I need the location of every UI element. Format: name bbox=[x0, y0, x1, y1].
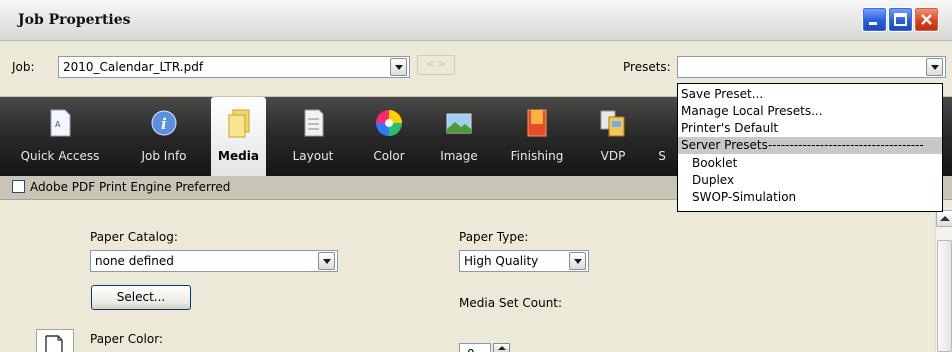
svg-text:i: i bbox=[161, 115, 167, 133]
paper-type-value: High Quality bbox=[464, 254, 539, 268]
tab-label: S bbox=[658, 149, 666, 163]
tab-label: VDP bbox=[600, 149, 626, 163]
tab-label: Quick Access bbox=[20, 149, 100, 163]
window-title: Job Properties bbox=[18, 12, 131, 28]
minimize-button[interactable] bbox=[862, 7, 887, 32]
image-icon bbox=[446, 113, 472, 134]
tab-label: Media bbox=[218, 149, 259, 163]
media-set-count-input[interactable]: 0 bbox=[459, 343, 491, 352]
preset-manage-local[interactable]: Manage Local Presets... bbox=[678, 103, 942, 120]
pdf-engine-label: Adobe PDF Print Engine Preferred bbox=[30, 180, 231, 194]
tab-quick-access[interactable]: A Quick Access bbox=[20, 97, 100, 176]
media-set-count-field[interactable]: 0 bbox=[459, 343, 511, 352]
media-set-count-label: Media Set Count: bbox=[459, 296, 563, 310]
preset-save[interactable]: Save Preset... bbox=[678, 86, 942, 103]
media-icon bbox=[228, 109, 249, 138]
chevron-down-icon[interactable] bbox=[569, 252, 586, 270]
minimize-icon bbox=[869, 22, 877, 25]
paper-catalog-label: Paper Catalog: bbox=[90, 230, 178, 244]
job-label: Job: bbox=[12, 60, 35, 74]
tab-partial[interactable]: S bbox=[655, 97, 669, 176]
tab-media[interactable]: Media bbox=[211, 97, 266, 176]
job-select[interactable]: 2010_Calendar_LTR.pdf bbox=[58, 56, 410, 78]
job-value: 2010_Calendar_LTR.pdf bbox=[63, 60, 204, 74]
vertical-scrollbar[interactable] bbox=[935, 210, 952, 352]
paper-color-label: Paper Color: bbox=[90, 332, 163, 346]
chevron-down-icon[interactable] bbox=[926, 58, 943, 76]
close-icon bbox=[921, 14, 932, 25]
tab-label: Finishing bbox=[510, 149, 564, 163]
tab-label: Layout bbox=[292, 149, 334, 163]
paper-catalog-value: none defined bbox=[95, 254, 174, 268]
title-bar: Job Properties bbox=[0, 0, 952, 41]
presets-dropdown-list: Save Preset... Manage Local Presets... P… bbox=[677, 83, 943, 212]
tab-image[interactable]: Image bbox=[432, 97, 486, 176]
job-nav-buttons: < > bbox=[417, 55, 455, 75]
presets-label: Presets: bbox=[623, 60, 671, 74]
page-orientation-icon[interactable] bbox=[36, 329, 74, 352]
layout-icon bbox=[304, 109, 324, 137]
media-set-count-value: 0 bbox=[467, 347, 475, 352]
tab-vdp[interactable]: VDP bbox=[588, 97, 638, 176]
svg-text:A: A bbox=[55, 120, 61, 129]
finishing-icon bbox=[527, 109, 547, 137]
info-icon: i bbox=[151, 110, 177, 136]
scroll-up-button[interactable] bbox=[936, 210, 952, 227]
page-icon bbox=[45, 335, 63, 352]
tab-label: Image bbox=[440, 149, 478, 163]
color-wheel-icon bbox=[376, 110, 402, 136]
chevron-down-icon[interactable] bbox=[390, 58, 407, 76]
select-button[interactable]: Select... bbox=[91, 285, 191, 310]
vdp-icon bbox=[600, 110, 625, 137]
tab-label: Color bbox=[373, 149, 405, 163]
presets-select[interactable] bbox=[677, 56, 946, 78]
media-panel: Paper Catalog: none defined Select... Pa… bbox=[0, 200, 952, 352]
paper-type-select[interactable]: High Quality bbox=[459, 250, 589, 272]
tab-finishing[interactable]: Finishing bbox=[501, 97, 573, 176]
tab-label: Job Info bbox=[141, 149, 187, 163]
stepper-up-icon[interactable] bbox=[493, 343, 510, 352]
paper-type-label: Paper Type: bbox=[459, 230, 529, 244]
tab-layout[interactable]: Layout bbox=[283, 97, 343, 176]
maximize-button[interactable] bbox=[888, 7, 913, 32]
preset-duplex[interactable]: Duplex bbox=[678, 172, 942, 189]
paper-catalog-select[interactable]: none defined bbox=[90, 250, 338, 272]
scroll-thumb[interactable] bbox=[937, 240, 952, 352]
preset-printers-default[interactable]: Printer's Default bbox=[678, 120, 942, 137]
tab-color[interactable]: Color bbox=[362, 97, 416, 176]
tab-job-info[interactable]: i Job Info bbox=[132, 97, 196, 176]
preset-booklet[interactable]: Booklet bbox=[678, 155, 942, 172]
close-button[interactable] bbox=[914, 7, 939, 32]
pdf-engine-checkbox[interactable] bbox=[12, 180, 25, 193]
chevron-down-icon[interactable] bbox=[318, 252, 335, 270]
maximize-icon bbox=[894, 13, 907, 26]
document-icon: A bbox=[50, 109, 71, 137]
preset-swop-simulation[interactable]: SWOP-Simulation bbox=[678, 189, 942, 206]
preset-server-header[interactable]: Server Presets--------------------------… bbox=[678, 137, 942, 154]
